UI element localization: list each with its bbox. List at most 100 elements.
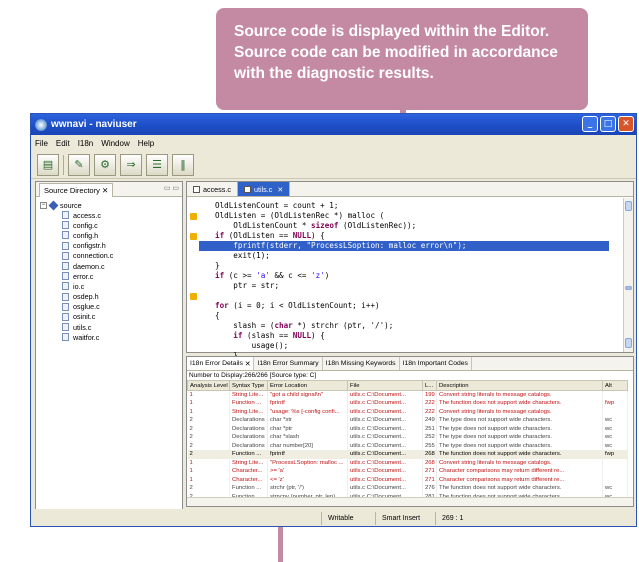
overview-marker[interactable]	[625, 286, 632, 290]
arrow-icon[interactable]: ⇒	[120, 153, 142, 176]
tree-file-item[interactable]: configstr.h	[40, 241, 182, 251]
tab-access-c-label: access.c	[203, 184, 231, 194]
tree-file-item[interactable]: error.c	[40, 271, 182, 281]
tree-file-item[interactable]: daemon.c	[40, 261, 182, 271]
table-row[interactable]: 2 Function ... fprintf utils.c C:\Document.…	[187, 450, 628, 459]
column-header[interactable]: L...	[422, 380, 437, 391]
tree-file-item[interactable]: osglue.c	[40, 302, 182, 312]
column-header[interactable]: Description	[436, 380, 603, 391]
menu-window[interactable]: Window	[101, 139, 129, 148]
code-line[interactable]: if (c >= 'a' && c <= 'z')	[215, 271, 329, 281]
menu-file[interactable]: File	[35, 139, 48, 148]
table-row[interactable]: 1 String Lite... "ProcessLSoption: malloc …	[187, 458, 628, 467]
close-button[interactable]: ✕	[618, 116, 634, 132]
tab-error-summary[interactable]: I18n Error Summary	[254, 357, 323, 370]
table-cell: utils.c C:\Document...	[347, 467, 423, 476]
column-header[interactable]: File	[347, 380, 423, 391]
table-row[interactable]: 1 Function ... fprintf utils.c C:\Document.…	[187, 399, 628, 408]
edit-icon[interactable]: ✎	[68, 153, 90, 176]
code-line[interactable]: usage();	[215, 341, 289, 351]
table-row[interactable]: 2 Declarations char *ptr utils.c C:\Documen…	[187, 424, 628, 433]
column-header[interactable]: Syntax Type	[229, 380, 268, 391]
code-token: {	[215, 311, 220, 320]
table-row[interactable]: 1 String Lite... "usage: %s [-config confi…	[187, 407, 628, 416]
editor-scrollbar[interactable]	[623, 198, 633, 352]
tree-file-label: waitfor.c	[73, 332, 100, 342]
table-cell: fwp	[602, 450, 628, 459]
code-token: OldListen = (OldListenRec *) malloc (	[215, 211, 385, 220]
table-row[interactable]: 2 Declarations char *str utils.c C:\Documen…	[187, 416, 628, 425]
table-row[interactable]: 1 Character... >= 'a' utils.c C:\Document..…	[187, 467, 628, 476]
table-row[interactable]: 1 Character... <= 'z' utils.c C:\Document..…	[187, 475, 628, 484]
source-directory-tab[interactable]: Source Directory ✕	[39, 182, 114, 197]
table-cell: 2	[187, 484, 230, 493]
tab-important-codes[interactable]: I18n Important Codes	[400, 357, 472, 370]
tab-utils-c[interactable]: utils.c ✕	[237, 182, 291, 196]
tree-file-item[interactable]: io.c	[40, 281, 182, 291]
code-line[interactable]: slash = (char *) strchr (ptr, '/');	[215, 321, 393, 331]
tab-error-details[interactable]: I18n Error Details ✕	[187, 357, 255, 370]
table-cell: utils.c C:\Document...	[347, 484, 423, 493]
tree-file-label: connection.c	[73, 251, 114, 261]
table-row[interactable]: 2 Declarations char number[20] utils.c C:\D…	[187, 441, 628, 450]
c-file-icon	[62, 292, 69, 301]
code-line[interactable]: exit(1);	[215, 251, 270, 261]
table-row[interactable]: 1 String Lite... "got a child signal\n" uti…	[187, 390, 628, 399]
tab-access-c[interactable]: access.c	[187, 182, 238, 196]
menu-help[interactable]: Help	[138, 139, 154, 148]
maximize-button[interactable]: □	[600, 116, 616, 132]
table-cell: utils.c C:\Document...	[347, 424, 423, 433]
analyze-icon[interactable]: ⚙	[94, 153, 116, 176]
column-header[interactable]: Alt	[602, 380, 628, 391]
column-header[interactable]: Analysis Level	[187, 380, 230, 391]
table-body: 1 String Lite... "got a child signal\n" uti…	[187, 390, 628, 506]
tree-file-item[interactable]: waitfor.c	[40, 332, 182, 342]
code-line[interactable]: if (slash == NULL) {	[215, 331, 324, 341]
code-token: usage();	[251, 341, 289, 350]
menu-edit[interactable]: Edit	[56, 139, 70, 148]
source-directory-header: Source Directory ✕ ▭ ▭	[36, 182, 182, 197]
scroll-up-icon[interactable]	[625, 201, 632, 211]
title-bar[interactable]: wwnavi - naviuser _ □ ✕	[31, 114, 636, 135]
code-token: )	[324, 271, 330, 280]
code-token: if	[215, 231, 225, 240]
tree-file-item[interactable]: config.c	[40, 220, 182, 230]
code-line-highlighted[interactable]: fprintf(stderr, "ProcessLSoption: malloc…	[199, 241, 609, 251]
collapse-icon[interactable]: −	[40, 201, 47, 209]
column-header[interactable]: Error Location	[267, 380, 348, 391]
view-menu-icon[interactable]: ▭ ▭	[164, 184, 179, 192]
code-line[interactable]: for (i = 0; i < OldListenCount; i++)	[215, 301, 380, 311]
warning-marker-icon[interactable]	[190, 233, 197, 240]
minimize-button[interactable]: _	[582, 116, 598, 132]
table-row[interactable]: 2 Function ... strchr (ptr, '/') utils.c C:…	[187, 484, 628, 493]
code-line[interactable]: ptr = str;	[215, 281, 279, 291]
code-line[interactable]: OldListen = (OldListenRec *) malloc (	[215, 211, 384, 221]
code-line[interactable]: if (OldListen == NULL) {	[215, 231, 325, 241]
save-icon[interactable]: ▤	[37, 153, 59, 176]
tree-file-item[interactable]: connection.c	[40, 251, 182, 261]
code-line[interactable]: }	[215, 261, 220, 271]
table-row[interactable]: 2 Declarations char *slash utils.c C:\Docum…	[187, 433, 628, 442]
code-line[interactable]: {	[215, 311, 220, 321]
scroll-down-icon[interactable]	[625, 338, 632, 348]
c-file-icon	[193, 185, 200, 193]
columns-icon[interactable]: ‖	[172, 153, 194, 176]
console-icon[interactable]: ☰	[146, 153, 168, 176]
code-line[interactable]: OldListenCount = count + 1;	[215, 201, 338, 211]
table-cell: 2	[187, 450, 230, 459]
tree-file-item[interactable]: osdep.h	[40, 292, 182, 302]
code-area[interactable]: OldListenCount = count + 1; OldListen = (…	[187, 198, 623, 360]
tree-file-item[interactable]: access.c	[40, 210, 182, 220]
warning-marker-icon[interactable]	[190, 293, 197, 300]
tree-file-item[interactable]: osinit.c	[40, 312, 182, 322]
tree-file-item[interactable]: config.h	[40, 230, 182, 240]
tree-root[interactable]: − source	[40, 200, 182, 210]
warning-marker-icon[interactable]	[190, 213, 197, 220]
tab-missing-keywords[interactable]: I18n Missing Keywords	[323, 357, 400, 370]
results-hscrollbar[interactable]	[187, 497, 633, 506]
table-cell: 2	[187, 433, 230, 442]
table-cell: char number[20]	[267, 441, 348, 450]
menu-i18n[interactable]: I18n	[78, 139, 94, 148]
code-line[interactable]: OldListenCount * sizeof (OldListenRec));	[215, 221, 416, 231]
tree-file-item[interactable]: utils.c	[40, 322, 182, 332]
